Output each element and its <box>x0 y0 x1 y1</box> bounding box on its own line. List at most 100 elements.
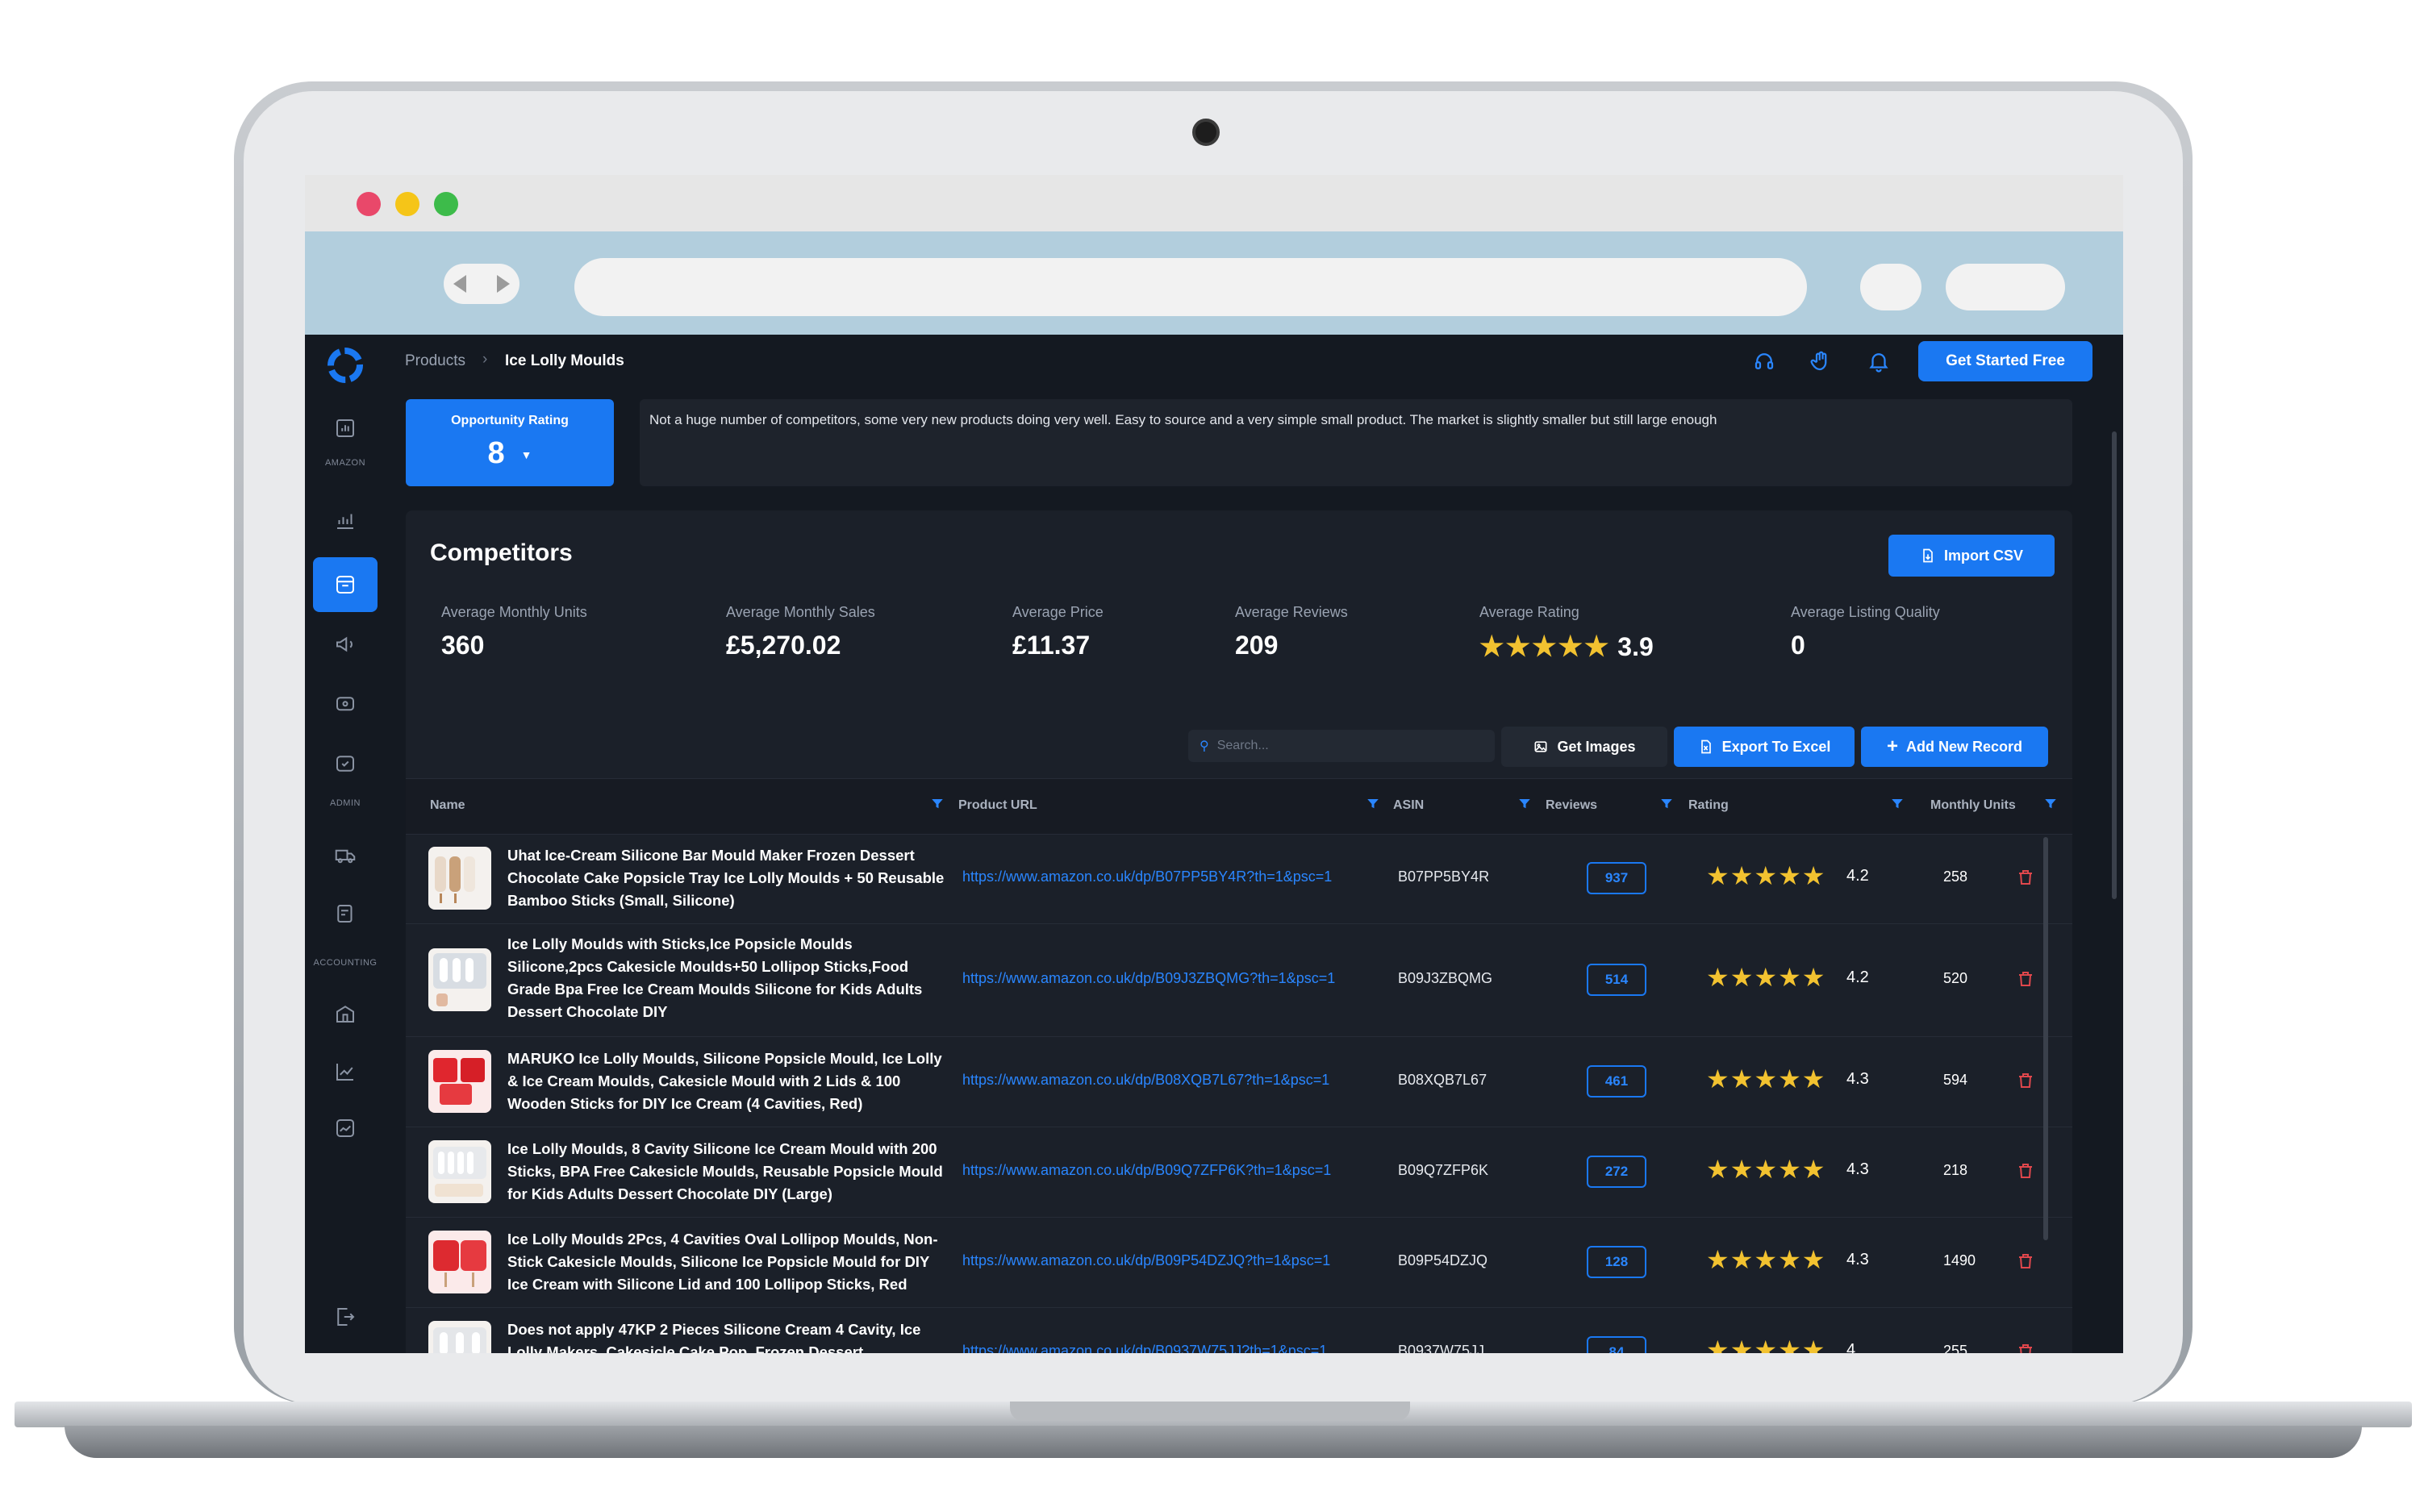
get-started-button[interactable]: Get Started Free <box>1918 341 2092 381</box>
reviews-badge[interactable]: 84 <box>1587 1336 1646 1353</box>
filter-icon[interactable] <box>1366 797 1380 811</box>
table-row[interactable]: Ice Lolly Moulds with Sticks,Ice Popsicl… <box>406 923 2072 1037</box>
stat-label: Average Price <box>1012 604 1104 620</box>
import-csv-button[interactable]: Import CSV <box>1888 535 2055 577</box>
stat-label: Average Monthly Units <box>441 604 587 620</box>
breadcrumb-products[interactable]: Products <box>405 352 465 370</box>
inbox-check-icon[interactable] <box>331 749 360 778</box>
delete-icon[interactable] <box>2016 1160 2035 1181</box>
monthly-units: 520 <box>1943 970 1968 986</box>
reports-icon[interactable] <box>331 1114 360 1143</box>
delete-icon[interactable] <box>2016 1341 2035 1353</box>
get-images-button[interactable]: Get Images <box>1501 727 1667 767</box>
table-row[interactable]: Uhat Ice-Cream Silicone Bar Mould Maker … <box>406 833 2072 924</box>
trend-chart-icon[interactable] <box>331 1057 360 1086</box>
column-product-url[interactable]: Product URL <box>958 798 1037 813</box>
stat-value-wrap: ★★★★★ 3.9 <box>1479 631 1654 663</box>
rating-stars-icon: ★★★★★ <box>1706 861 1826 890</box>
table-scrollbar[interactable] <box>2043 837 2048 1240</box>
app-root: AMAZON ADMIN ACCOUNTING Products › Ice L… <box>305 335 2123 1353</box>
wave-hand-icon[interactable] <box>1809 349 1833 373</box>
browser-nav-buttons[interactable] <box>444 264 519 304</box>
table-row[interactable]: Ice Lolly Moulds, 8 Cavity Silicone Ice … <box>406 1127 2072 1218</box>
opportunity-value-wrap: 8 ▼ <box>406 436 614 471</box>
reviews-badge[interactable]: 128 <box>1587 1246 1646 1278</box>
app-logo-icon[interactable] <box>326 346 365 385</box>
browser-action-button-wide[interactable] <box>1946 264 2065 310</box>
table-row[interactable]: MARUKO Ice Lolly Moulds, Silicone Popsic… <box>406 1036 2072 1127</box>
table-row[interactable]: Ice Lolly Moulds 2Pcs, 4 Cavities Oval L… <box>406 1217 2072 1308</box>
stat-label: Average Rating <box>1479 604 1579 620</box>
product-url-link[interactable]: https://www.amazon.co.uk/dp/B0937W75JJ?t… <box>962 1343 1327 1353</box>
document-edit-icon[interactable] <box>331 899 360 928</box>
filter-icon[interactable] <box>1659 797 1674 811</box>
logout-icon[interactable] <box>331 1302 360 1331</box>
column-name[interactable]: Name <box>430 798 465 813</box>
delete-icon[interactable] <box>2016 1070 2035 1091</box>
stat-value: 209 <box>1235 631 1279 660</box>
column-reviews[interactable]: Reviews <box>1546 798 1597 813</box>
reviews-badge[interactable]: 461 <box>1587 1065 1646 1098</box>
product-url-link[interactable]: https://www.amazon.co.uk/dp/B09Q7ZFP6K?t… <box>962 1162 1331 1179</box>
product-asin: B09P54DZJQ <box>1398 1252 1488 1268</box>
page-scrollbar[interactable] <box>2112 431 2117 899</box>
product-url-link[interactable]: https://www.amazon.co.uk/dp/B07PP5BY4R?t… <box>962 868 1332 885</box>
headset-icon[interactable] <box>1752 349 1776 373</box>
filter-icon[interactable] <box>1517 797 1532 811</box>
column-asin[interactable]: ASIN <box>1393 798 1424 813</box>
maximize-window-dot[interactable] <box>434 192 458 216</box>
product-name: Ice Lolly Moulds with Sticks,Ice Popsicl… <box>507 935 923 1020</box>
analytics-icon[interactable] <box>331 506 360 535</box>
stat-avg-rating: Average Rating ★★★★★ 3.9 <box>1479 604 1654 663</box>
product-name: Uhat Ice-Cream Silicone Bar Mould Maker … <box>507 847 945 909</box>
product-name: Does not apply 47KP 2 Pieces Silicone Cr… <box>507 1321 921 1353</box>
sidebar-section-accounting: ACCOUNTING <box>313 958 378 968</box>
delete-icon[interactable] <box>2016 1251 2035 1272</box>
product-notes[interactable]: Not a huge number of competitors, some v… <box>640 399 2072 486</box>
forward-arrow-icon[interactable] <box>497 275 510 293</box>
add-record-button[interactable]: + Add New Record <box>1861 727 2048 767</box>
product-url-link[interactable]: https://www.amazon.co.uk/dp/B09P54DZJQ?t… <box>962 1252 1330 1269</box>
add-record-label: Add New Record <box>1905 738 2023 755</box>
back-arrow-icon[interactable] <box>453 275 466 293</box>
bell-icon[interactable] <box>1867 349 1891 373</box>
filter-icon[interactable] <box>930 797 945 811</box>
filter-icon[interactable] <box>2043 797 2058 811</box>
search-input[interactable]: ⚲ Search... <box>1188 730 1495 762</box>
product-url-link[interactable]: https://www.amazon.co.uk/dp/B09J3ZBQMG?t… <box>962 970 1335 987</box>
stat-value: £5,270.02 <box>726 631 841 660</box>
column-rating[interactable]: Rating <box>1688 798 1729 813</box>
sourcing-icon[interactable] <box>331 690 360 719</box>
product-name: Ice Lolly Moulds, 8 Cavity Silicone Ice … <box>507 1140 943 1202</box>
reviews-badge[interactable]: 937 <box>1587 862 1646 894</box>
rating-value: 4.3 <box>1846 1070 1869 1088</box>
minimize-window-dot[interactable] <box>395 192 419 216</box>
stat-avg-monthly-units: Average Monthly Units 360 <box>441 604 587 660</box>
browser-action-button[interactable] <box>1860 264 1921 310</box>
close-window-dot[interactable] <box>357 192 381 216</box>
bank-icon[interactable] <box>331 999 360 1028</box>
reviews-badge[interactable]: 272 <box>1587 1156 1646 1188</box>
monthly-units: 255 <box>1943 1343 1968 1353</box>
products-nav-item[interactable] <box>313 557 378 612</box>
delete-icon[interactable] <box>2016 968 2035 989</box>
get-images-label: Get Images <box>1557 738 1636 755</box>
laptop-base-bottom <box>65 1426 2362 1458</box>
shipping-truck-icon[interactable] <box>331 841 360 870</box>
export-excel-button[interactable]: Export To Excel <box>1674 727 1855 767</box>
caret-down-icon[interactable]: ▼ <box>521 448 532 461</box>
dashboard-icon[interactable] <box>331 414 360 443</box>
opportunity-rating[interactable]: Opportunity Rating 8 ▼ <box>406 399 614 486</box>
megaphone-icon[interactable] <box>331 630 360 659</box>
table-header: Name Product URL ASIN Reviews Rating Mon… <box>406 778 2072 835</box>
rating-value: 4.2 <box>1846 867 1869 885</box>
stat-avg-reviews: Average Reviews 209 <box>1235 604 1348 660</box>
excel-file-icon <box>1700 739 1711 754</box>
delete-icon[interactable] <box>2016 867 2035 888</box>
address-bar[interactable] <box>574 258 1807 316</box>
column-monthly-units[interactable]: Monthly Units <box>1930 798 2016 813</box>
table-row[interactable]: Does not apply 47KP 2 Pieces Silicone Cr… <box>406 1307 2072 1353</box>
reviews-badge[interactable]: 514 <box>1587 964 1646 996</box>
product-url-link[interactable]: https://www.amazon.co.uk/dp/B08XQB7L67?t… <box>962 1072 1329 1089</box>
filter-icon[interactable] <box>1890 797 1905 811</box>
